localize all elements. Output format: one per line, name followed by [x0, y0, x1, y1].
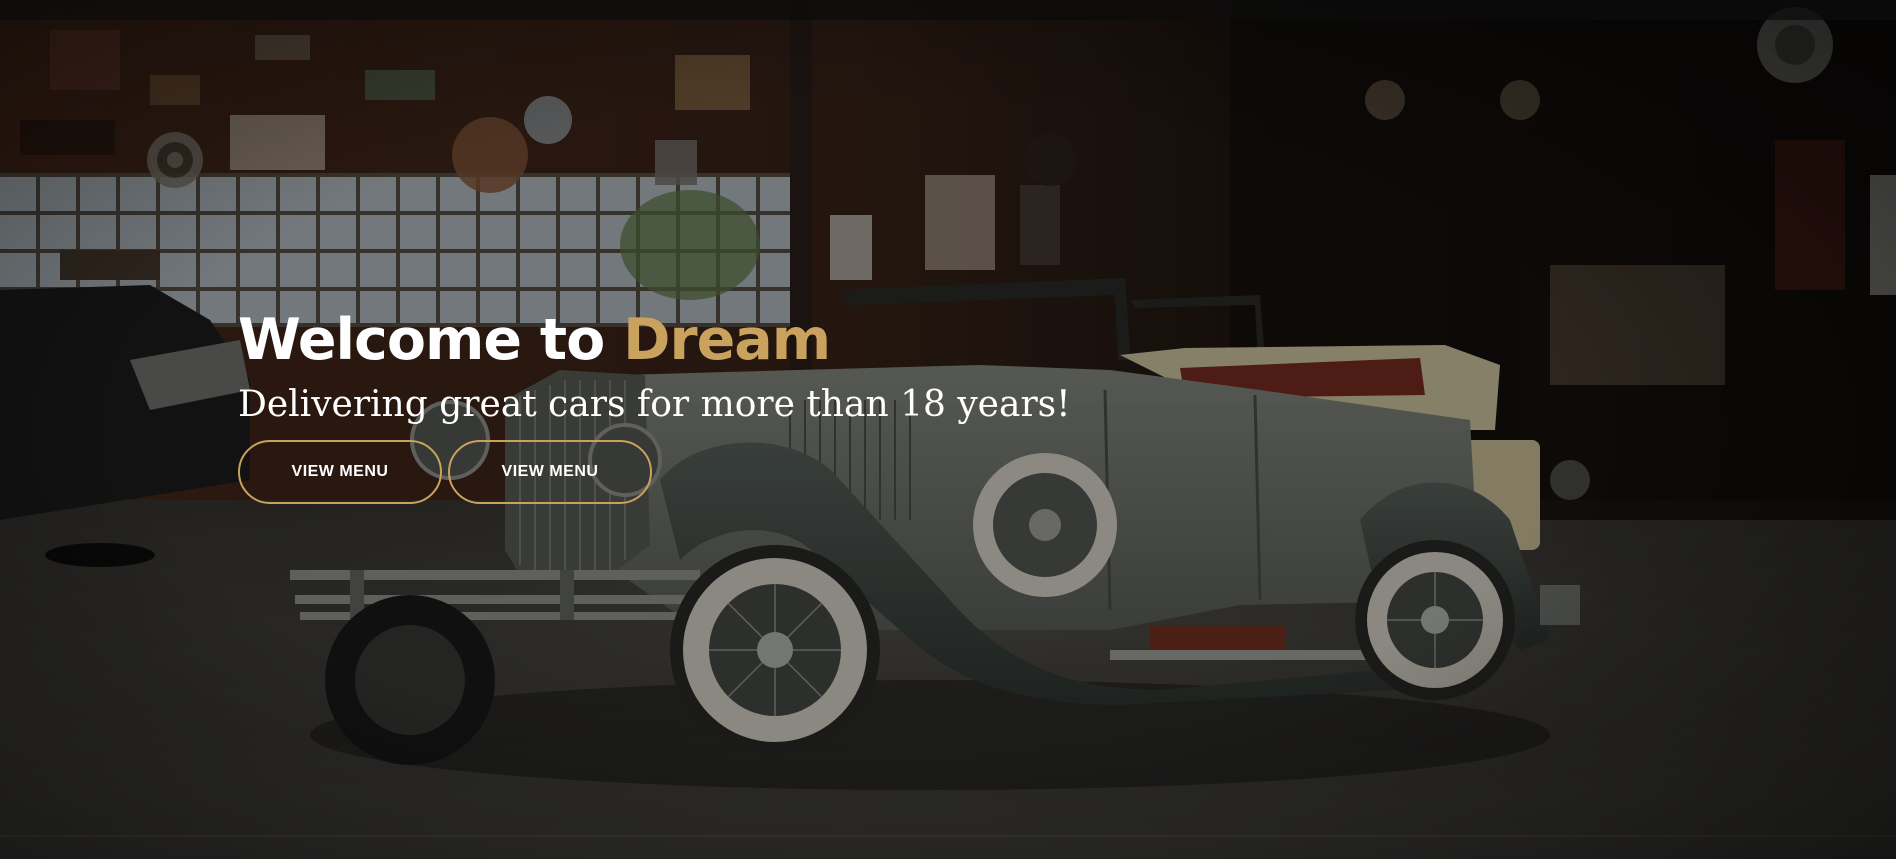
hero-title-prefix: Welcome to	[238, 307, 624, 373]
view-menu-button[interactable]: VIEW MENU	[238, 440, 442, 504]
hero-button-group: VIEW MENU VIEW MENU	[238, 440, 1071, 504]
hero-title-accent: Dream	[623, 307, 831, 373]
hero-subtitle: Delivering great cars for more than 18 y…	[238, 384, 1071, 425]
view-menu-button-secondary[interactable]: VIEW MENU	[448, 440, 652, 504]
hero-section: Welcome to Dream Delivering great cars f…	[0, 0, 1896, 859]
top-bar	[0, 0, 1896, 20]
hero-title: Welcome to Dream	[238, 306, 1071, 374]
hero-content: Welcome to Dream Delivering great cars f…	[238, 306, 1071, 504]
